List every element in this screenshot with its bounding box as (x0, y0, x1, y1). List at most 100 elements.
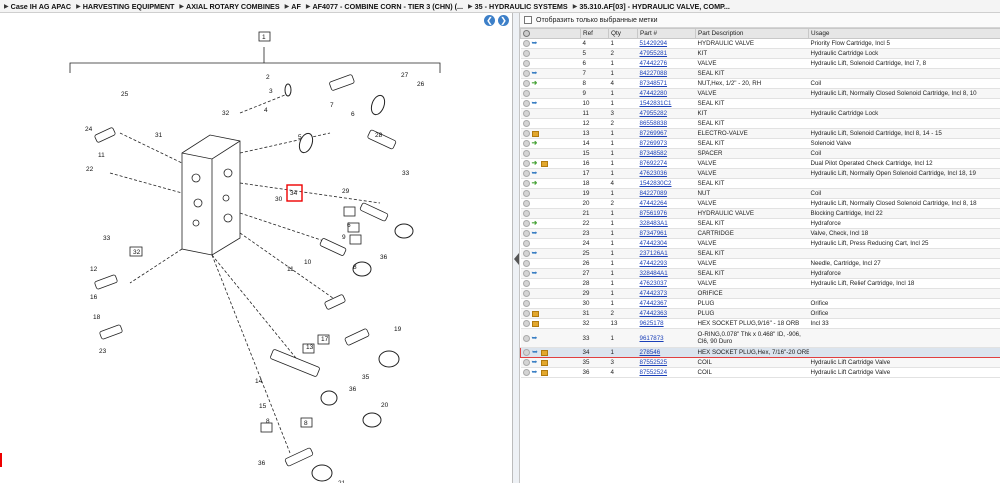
table-row[interactable]: ➥ 4 1 51429294 HYDRAULIC VALVE Priority Flow … (520, 38, 1000, 49)
cell-part-number[interactable]: 87552524 (637, 367, 696, 378)
callout-number[interactable]: 28 (375, 132, 383, 139)
row-icons[interactable]: ➜ (520, 178, 581, 189)
part-number-link[interactable]: 84227088 (640, 70, 668, 77)
part-number-link[interactable]: 47623037 (640, 280, 668, 287)
row-icons[interactable] (520, 208, 581, 219)
cell-part-number[interactable]: 328483A1 (637, 218, 696, 229)
table-row[interactable]: 21 1 87561976 HYDRAULIC VALVE Blocking Cartr… (520, 208, 1000, 219)
table-row[interactable]: ➥ 17 1 47623036 VALVE Hydraulic Lift, Normall… (520, 168, 1000, 179)
cell-part-number[interactable]: 47623036 (637, 168, 696, 179)
info-circle-icon[interactable] (522, 170, 530, 177)
row-icons[interactable] (520, 48, 581, 59)
callout-number[interactable]: 9 (342, 234, 346, 241)
row-icons[interactable]: ➥ (520, 357, 581, 368)
cell-part-number[interactable]: 1542830C2 (637, 178, 696, 189)
part-number-link[interactable]: 87347961 (640, 230, 668, 237)
callout-number[interactable]: 22 (86, 166, 94, 173)
row-icons[interactable] (520, 288, 581, 299)
info-circle-icon[interactable] (522, 300, 530, 307)
info-circle-icon[interactable] (522, 250, 530, 257)
cell-part-number[interactable]: 87348571 (637, 78, 696, 89)
info-circle-icon[interactable] (522, 270, 530, 277)
row-icons[interactable]: ➥ (520, 38, 581, 49)
cell-part-number[interactable]: 47442293 (637, 258, 696, 269)
replacement-arrow-icon[interactable]: ➜ (532, 180, 539, 187)
callout-number[interactable]: 33 (402, 170, 410, 177)
info-circle-icon[interactable] (522, 100, 530, 107)
cell-part-number[interactable]: 278546 (637, 347, 696, 358)
row-icons[interactable] (520, 148, 581, 159)
part-number-link[interactable]: 47955281 (640, 50, 668, 57)
info-circle-icon[interactable] (522, 40, 530, 47)
next-page-icon[interactable]: ❯ (498, 15, 509, 26)
part-number-link[interactable]: 1542830C2 (640, 180, 672, 187)
cell-part-number[interactable]: 47442280 (637, 88, 696, 99)
table-row[interactable]: 15 1 87348582 SPACER Coil (520, 148, 1000, 159)
info-circle-icon[interactable] (522, 290, 530, 297)
info-circle-icon[interactable] (522, 110, 530, 117)
table-row[interactable]: ➥ 27 1 328484A1 SEAL KIT Hydraforce (520, 268, 1000, 279)
cell-part-number[interactable]: 87269967 (637, 128, 696, 139)
table-row[interactable]: ➜ 8 4 87348571 NUT,Hex, 1/2" - 20, RH Coil (520, 78, 1000, 89)
info-circle-icon[interactable] (522, 140, 530, 147)
part-number-link[interactable]: 84227089 (640, 190, 668, 197)
table-row[interactable]: 31 2 47442363 PLUG Orifice (520, 308, 1000, 319)
row-icons[interactable]: ➥ (520, 367, 581, 378)
service-info-icon[interactable]: ➥ (532, 100, 539, 107)
callout-number[interactable]: 6 (347, 222, 351, 229)
table-row[interactable]: 6 1 47442276 VALVE Hydraulic Lift, Solenoid … (520, 58, 1000, 69)
part-number-link[interactable]: 87552524 (640, 369, 668, 376)
service-info-icon[interactable]: ➥ (532, 70, 539, 77)
replacement-arrow-icon[interactable]: ➜ (532, 220, 539, 227)
service-info-icon[interactable]: ➥ (532, 230, 539, 237)
service-info-icon[interactable]: ➥ (532, 335, 539, 342)
table-row[interactable]: ➥ 34 1 278546 HEX SOCKET PLUG,Hex, 7/16"-20 … (520, 347, 1000, 358)
row-icons[interactable]: ➜ (520, 78, 581, 89)
part-number-link[interactable]: 47442264 (640, 200, 668, 207)
package-icon[interactable] (531, 320, 539, 327)
part-number-link[interactable]: 87348571 (640, 80, 668, 87)
cell-part-number[interactable]: 87348582 (637, 148, 696, 159)
cell-part-number[interactable]: 47442363 (637, 308, 696, 319)
info-circle-icon[interactable] (522, 310, 530, 317)
row-icons[interactable]: ➜ (520, 158, 581, 169)
row-icons[interactable] (520, 188, 581, 199)
part-number-link[interactable]: 1542831C1 (640, 100, 672, 107)
col-header-part[interactable]: Part # (637, 28, 696, 39)
cell-part-number[interactable]: 1542831C1 (637, 98, 696, 109)
cell-part-number[interactable]: 47955281 (637, 48, 696, 59)
callout-number[interactable]: 19 (394, 326, 402, 333)
replacement-arrow-icon[interactable]: ➜ (532, 160, 539, 167)
part-number-link[interactable]: 47442280 (640, 90, 668, 97)
row-icons[interactable] (520, 258, 581, 269)
callout-number[interactable]: 29 (342, 188, 350, 195)
callout-number[interactable]: 20 (381, 402, 389, 409)
row-icons[interactable]: ➥ (520, 68, 581, 79)
callout-number[interactable]: 32 (222, 110, 230, 117)
callout-number[interactable]: 4 (264, 107, 268, 114)
callout-number[interactable]: 12 (90, 266, 98, 273)
cell-part-number[interactable]: 47442367 (637, 298, 696, 309)
part-number-link[interactable]: 47442367 (640, 300, 668, 307)
info-circle-icon[interactable] (522, 334, 530, 342)
cell-part-number[interactable]: 87552525 (637, 357, 696, 368)
service-info-icon[interactable]: ➥ (532, 369, 539, 376)
table-row[interactable]: 9 1 47442280 VALVE Hydraulic Lift, Normally … (520, 88, 1000, 99)
part-number-link[interactable]: 328484A1 (640, 270, 668, 277)
row-icons[interactable]: ➥ (520, 328, 581, 348)
row-icons[interactable]: ➥ (520, 268, 581, 279)
row-icons[interactable] (520, 198, 581, 209)
row-icons[interactable] (520, 298, 581, 309)
part-number-link[interactable]: 87561976 (640, 210, 668, 217)
callout-number[interactable]: 30 (275, 196, 283, 203)
settings-icon[interactable] (520, 28, 581, 39)
part-number-link[interactable]: 328483A1 (640, 220, 668, 227)
part-number-link[interactable]: 51429294 (640, 40, 668, 47)
info-circle-icon[interactable] (522, 50, 530, 57)
row-icons[interactable]: ➥ (520, 228, 581, 239)
part-number-link[interactable]: 47442373 (640, 290, 668, 297)
cell-part-number[interactable]: 84227088 (637, 68, 696, 79)
row-icons[interactable]: ➜ (520, 218, 581, 229)
cell-part-number[interactable]: 237126A1 (637, 248, 696, 259)
callout-number[interactable]: 13 (306, 344, 314, 351)
